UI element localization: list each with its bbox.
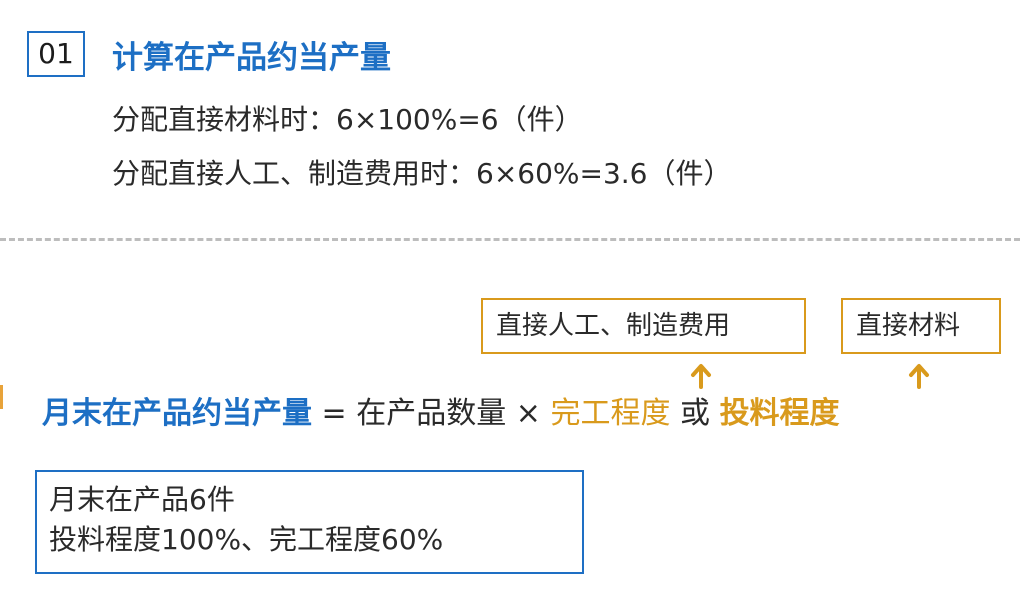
formula-quantity: 在产品数量 [356,396,507,431]
example-info-box: 月末在产品6件 投料程度100%、完工程度60% [35,470,584,574]
formula-equals: = [321,396,347,431]
formula-line: 月末在产品约当产量 = 在产品数量 × 完工程度 或 投料程度 [42,388,840,432]
section-divider [0,238,1020,241]
formula-times: × [515,396,541,431]
formula-feed: 投料程度 [719,396,840,431]
up-arrow-icon [909,364,929,389]
section-title: 计算在产品约当产量 [112,40,391,76]
calc-labor-line: 分配直接人工、制造费用时：6×60%=3.6（件） [112,157,732,190]
up-arrow-icon [691,364,711,389]
formula-lhs: 月末在产品约当产量 [42,396,312,431]
tag-direct-material: 直接材料 [841,298,1001,354]
info-line-1: 月末在产品6件 [49,483,235,516]
info-line-2: 投料程度100%、完工程度60% [49,523,444,556]
formula-completion: 完工程度 [550,396,671,431]
tag-labor-overhead: 直接人工、制造费用 [481,298,806,354]
section-number-box: 01 [27,31,85,77]
calc-material-line: 分配直接材料时：6×100%=6（件） [112,103,583,136]
side-accent-mark [0,385,3,409]
formula-or: 或 [680,396,711,431]
